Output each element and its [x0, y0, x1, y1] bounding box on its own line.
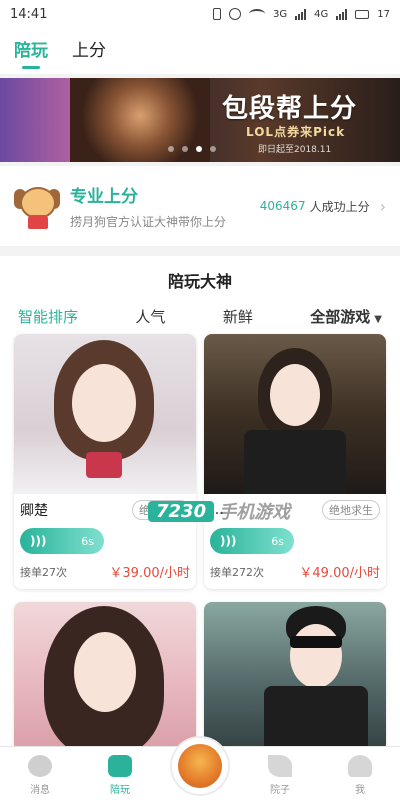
- tab-companion[interactable]: 陪玩: [14, 36, 48, 69]
- dog-mascot-icon: [178, 744, 222, 788]
- section-title: 陪玩大神: [167, 272, 232, 291]
- banner-dot-active[interactable]: [196, 146, 202, 152]
- filter-bar: 智能排序 人气 新鲜 全部游戏 ▼: [0, 306, 400, 327]
- nav-label: 陪玩: [110, 785, 130, 796]
- center-mascot-button[interactable]: [172, 738, 228, 794]
- banner-dot[interactable]: [168, 146, 174, 152]
- battery-level: 17: [377, 8, 390, 20]
- companion-photo: [204, 334, 386, 494]
- pro-text: 专业上分 捞月狗官方认证大神带你上分: [70, 182, 226, 230]
- nav-me[interactable]: 我: [330, 755, 390, 796]
- filter-all-games-label: 全部游戏: [310, 308, 371, 326]
- nav-companion[interactable]: 陪玩: [90, 755, 150, 796]
- companion-photo: [14, 334, 196, 494]
- network-3g-label: 3G: [273, 8, 288, 20]
- filter-new[interactable]: 新鲜: [223, 306, 253, 327]
- nav-label: 我: [355, 785, 365, 796]
- signal-icon: [295, 8, 307, 20]
- nav-label: 消息: [30, 785, 50, 796]
- dropdown-caret-icon: ▼: [374, 314, 382, 325]
- voice-intro-button[interactable]: ))) 6s: [20, 528, 104, 554]
- card-meta: 接单27次 ￥39.00/小时: [14, 556, 196, 589]
- status-icons: 3G 4G 17: [213, 8, 390, 20]
- chevron-right-icon: ›: [379, 196, 386, 216]
- voice-intro-button[interactable]: ))) 6s: [210, 528, 294, 554]
- banner-pagination: [168, 146, 216, 152]
- banner-subtitle: LOL点券来Pick: [246, 125, 346, 139]
- banner-dot[interactable]: [210, 146, 216, 152]
- pro-subtitle: 捞月狗官方认证大神带你上分: [70, 215, 227, 229]
- voice-wave-icon: ))): [30, 534, 47, 548]
- battery-icon: [355, 9, 370, 19]
- status-bar: 14:41 3G 4G 17: [0, 0, 400, 28]
- watermark-number: 7230: [148, 500, 215, 522]
- filter-all-games[interactable]: 全部游戏 ▼: [310, 306, 382, 327]
- network-4g-label: 4G: [314, 8, 329, 20]
- clock: 14:41: [10, 6, 48, 22]
- gamepad-icon: [108, 755, 132, 777]
- tab-rank-up[interactable]: 上分: [72, 36, 106, 67]
- message-icon: [28, 755, 52, 777]
- dog-mascot-icon: [14, 183, 60, 229]
- voice-duration: 6s: [81, 534, 94, 548]
- pro-count-number: 406467: [259, 199, 306, 213]
- companion-photo: [14, 602, 196, 752]
- order-count: 接单27次: [20, 565, 67, 579]
- alarm-icon: [229, 8, 242, 20]
- companion-card[interactable]: [204, 602, 386, 752]
- companion-card[interactable]: [14, 602, 196, 752]
- nav-label: 院子: [270, 785, 290, 796]
- banner-headline: 包段帮上分: [222, 94, 358, 124]
- wifi-icon: [249, 9, 266, 19]
- hourly-price: ￥39.00/小时: [109, 566, 190, 581]
- card-meta: 接单272次 ￥49.00/小时: [204, 556, 386, 589]
- watermark-logo: 7230 手机游戏: [148, 498, 290, 524]
- user-icon: [348, 755, 372, 777]
- banner-dot[interactable]: [182, 146, 188, 152]
- companion-card[interactable]: … 绝地求生 ))) 6s 接单272次 ￥49.00/小时: [204, 334, 386, 589]
- filter-smart-sort[interactable]: 智能排序: [18, 306, 78, 327]
- banner-art-left: [0, 78, 70, 162]
- nav-messages[interactable]: 消息: [10, 755, 70, 796]
- vibrate-icon: [213, 8, 222, 20]
- pro-title: 专业上分: [70, 187, 138, 207]
- pro-count: 406467 人成功上分 ›: [260, 197, 386, 216]
- banner-date: 即日起至2018.11: [258, 145, 332, 155]
- top-tabs: 陪玩 上分: [0, 28, 400, 74]
- pro-count-suffix: 人成功上分: [309, 199, 370, 214]
- pro-boost-card[interactable]: 专业上分 捞月狗官方认证大神带你上分 406467 人成功上分 ›: [0, 166, 400, 246]
- companion-card[interactable]: 卿楚 绝地求生 ))) 6s 接单27次 ￥39.00/小时: [14, 334, 196, 589]
- companion-photo: [204, 602, 386, 752]
- voice-wave-icon: ))): [220, 534, 237, 548]
- companion-name: 卿楚: [20, 503, 48, 519]
- watermark-text: 手机游戏: [218, 502, 291, 523]
- nav-yard[interactable]: 院子: [250, 755, 310, 796]
- hourly-price: ￥49.00/小时: [299, 566, 380, 581]
- game-tag: 绝地求生: [322, 500, 380, 520]
- signal-icon-2: [336, 8, 348, 20]
- leaf-icon: [268, 755, 292, 777]
- order-count: 接单272次: [210, 565, 264, 579]
- filter-popularity[interactable]: 人气: [135, 306, 165, 327]
- voice-duration: 6s: [271, 534, 284, 548]
